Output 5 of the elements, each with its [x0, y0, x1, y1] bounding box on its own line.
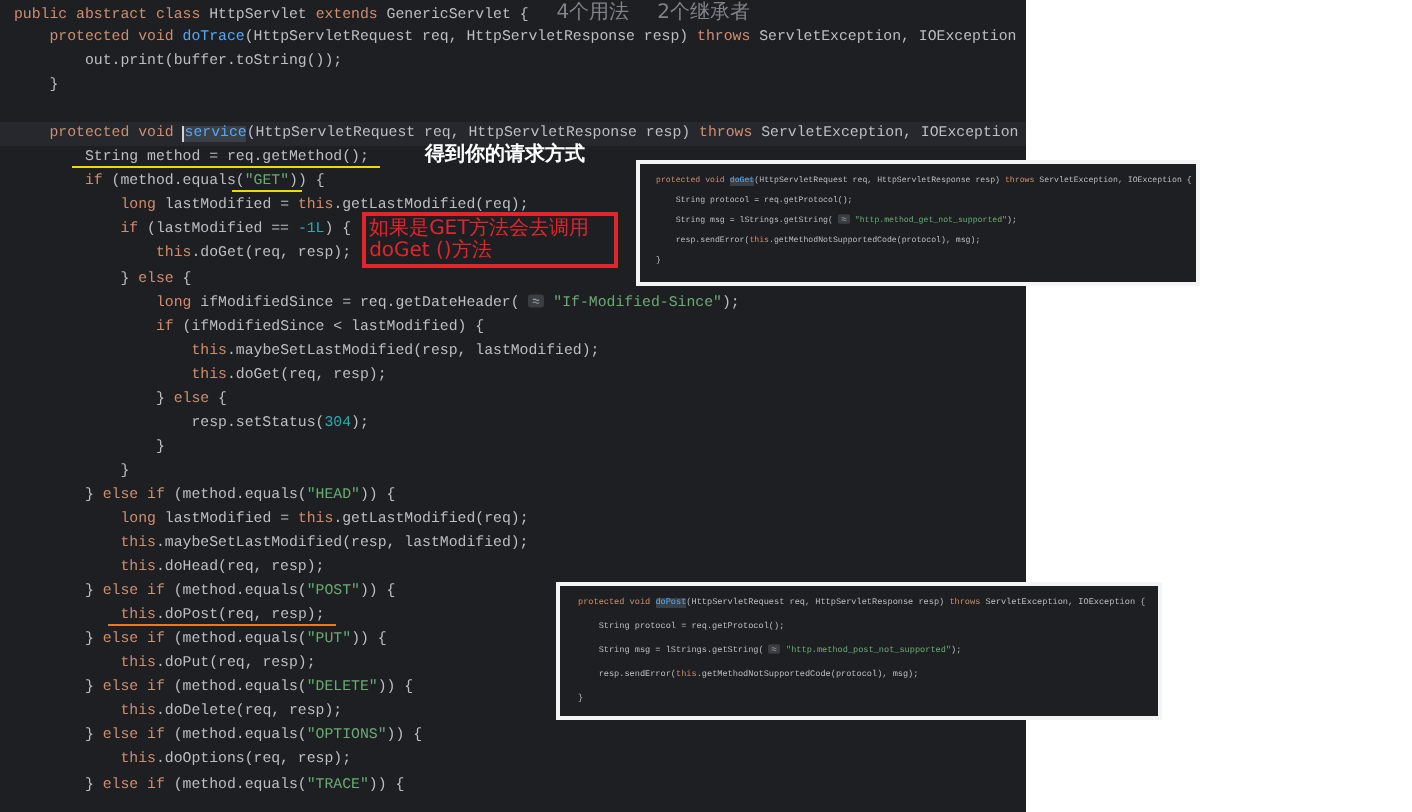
annotation-text: 得到你的请求方式	[424, 144, 585, 169]
parameter-hint-icon	[768, 644, 781, 654]
parameter-hint-icon	[528, 293, 545, 308]
parameter-hint-icon	[837, 214, 850, 224]
callout-note: 如果是GET方法会去调用 doGet ()方法	[361, 212, 618, 269]
